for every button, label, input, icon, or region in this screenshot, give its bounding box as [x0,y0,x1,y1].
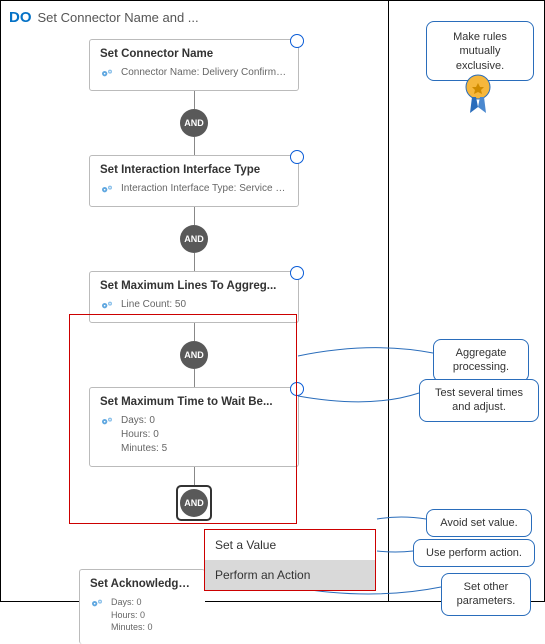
card-detail: Connector Name: Delivery Confirmatio... [121,66,288,80]
status-ring-icon [290,34,304,48]
card-title: Set Maximum Lines To Aggreg... [100,280,288,292]
action-card-set-connector-name[interactable]: Set Connector Name Connector Name: Deliv… [89,39,299,91]
connector: AND [180,207,208,271]
card-title: Set Connector Name [100,48,288,60]
context-menu: Set a Value Perform an Action [204,529,376,591]
connector: AND [180,323,208,387]
flow-column: Set Connector Name Connector Name: Deliv… [79,39,309,521]
rule-title: Set Connector Name and ... [38,10,199,25]
card-title: Set Acknowledgemen [90,578,195,590]
award-ribbon-icon [460,73,496,117]
gears-icon [100,67,116,79]
callout-avoid: Avoid set value. [426,509,532,537]
callout-aggregate: Aggregate processing. [433,339,529,382]
action-card-set-interaction-type[interactable]: Set Interaction Interface Type Interacti… [89,155,299,207]
status-ring-icon [290,150,304,164]
card-title: Set Interaction Interface Type [100,164,288,176]
connector: AND [176,467,212,521]
menu-item-set-value[interactable]: Set a Value [205,530,375,560]
connector: AND [180,91,208,155]
left-pane: DO Set Connector Name and ... Set Connec… [1,1,389,601]
header-row: DO Set Connector Name and ... [9,9,380,26]
action-card-set-acknowledgement[interactable]: Set Acknowledgemen Days: 0Hours: 0Minute… [79,569,205,644]
callout-test: Test several times and adjust. [419,379,539,422]
and-operator[interactable]: AND [180,225,208,253]
do-keyword: DO [9,9,32,26]
diagram-root: DO Set Connector Name and ... Set Connec… [0,0,545,602]
and-operator[interactable]: AND [180,341,208,369]
card-detail: Line Count: 50 [121,298,186,312]
card-title: Set Maximum Time to Wait Be... [100,396,288,408]
action-card-set-max-lines[interactable]: Set Maximum Lines To Aggreg... Line Coun… [89,271,299,323]
card-detail: Days: 0Hours: 0Minutes: 5 [121,414,167,456]
callout-mutually-exclusive: Make rules mutually exclusive. [426,21,534,81]
and-operator-selected[interactable]: AND [176,485,212,521]
menu-item-perform-action[interactable]: Perform an Action [205,560,375,590]
gears-icon [100,415,116,427]
and-operator[interactable]: AND [180,109,208,137]
status-ring-icon [290,382,304,396]
card-detail: Interaction Interface Type: Service Data… [121,182,288,196]
status-ring-icon [290,266,304,280]
gears-icon [100,299,116,311]
callout-other: Set other parameters. [441,573,531,616]
gears-icon [90,597,106,609]
gears-icon [100,183,116,195]
callout-use: Use perform action. [413,539,535,567]
action-card-set-max-wait[interactable]: Set Maximum Time to Wait Be... Days: 0Ho… [89,387,299,467]
